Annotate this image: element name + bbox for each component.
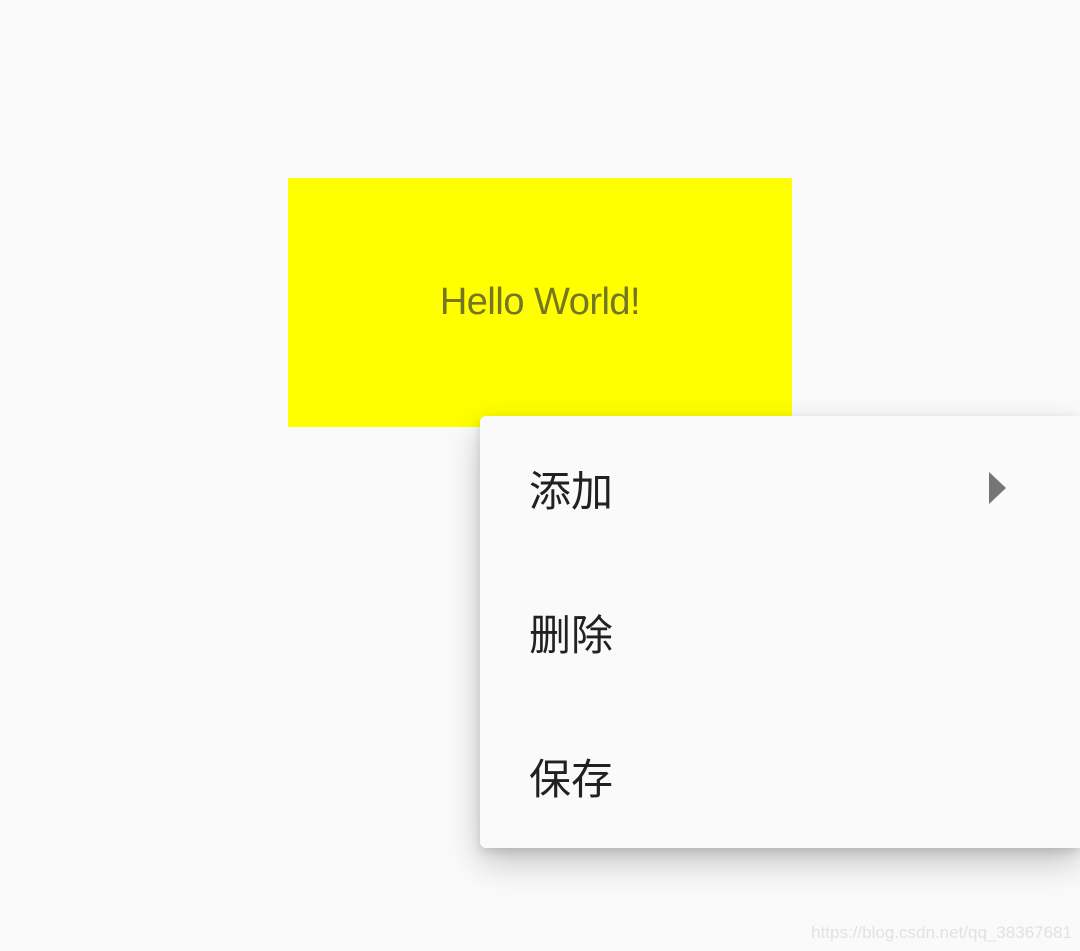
- menu-item-label: 保存: [529, 754, 614, 804]
- triangle-right-icon: [989, 472, 1006, 504]
- menu-item-delete[interactable]: 删除: [480, 560, 1080, 704]
- hello-world-box[interactable]: Hello World!: [288, 178, 792, 427]
- watermark: https://blog.csdn.net/qq_38367681: [811, 923, 1072, 942]
- menu-item-add[interactable]: 添加: [480, 416, 1080, 560]
- popup-menu: 添加 删除 保存: [480, 416, 1080, 848]
- hello-world-text: Hello World!: [439, 281, 641, 323]
- menu-item-label: 添加: [529, 466, 614, 516]
- menu-item-save[interactable]: 保存: [480, 704, 1080, 848]
- menu-item-label: 删除: [529, 610, 614, 660]
